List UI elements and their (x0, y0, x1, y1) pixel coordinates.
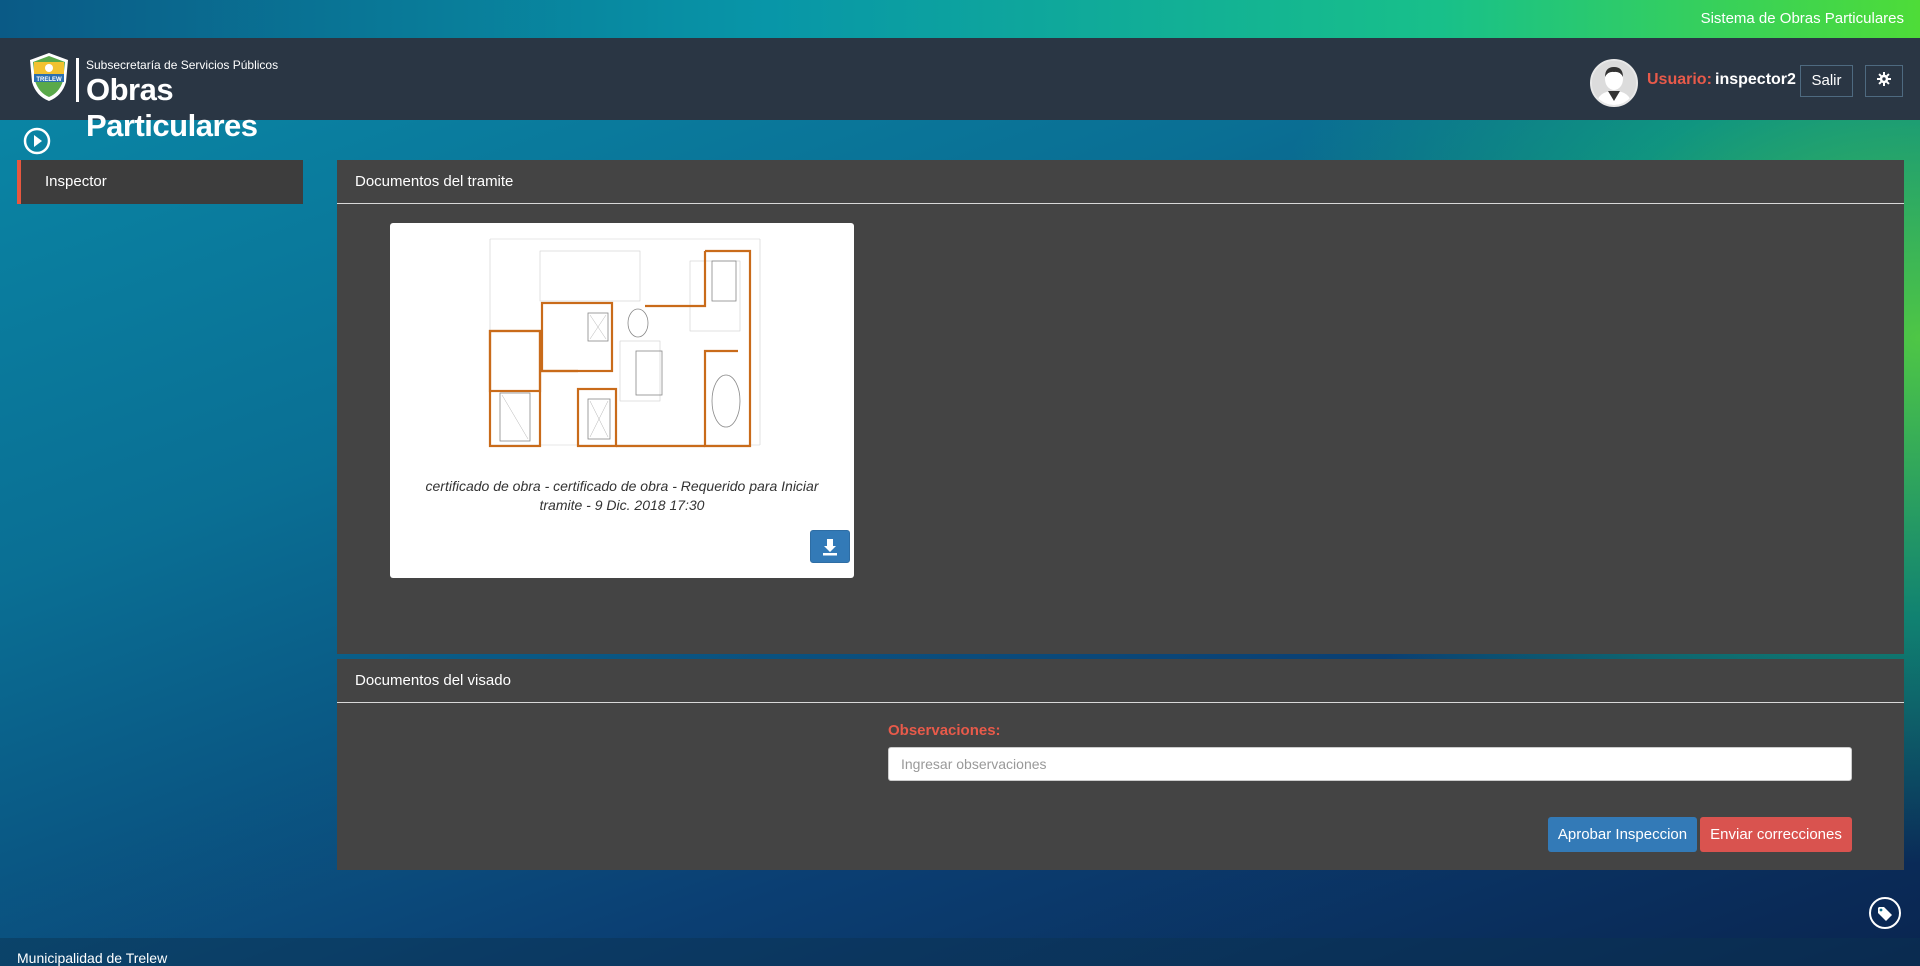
floor-plan-thumbnail[interactable] (480, 231, 764, 453)
user-name: inspector2 (1715, 71, 1796, 88)
footer: Municipalidad de Trelew (0, 938, 1920, 966)
panel-documentos-visado: Documentos del visado Observaciones: Apr… (337, 659, 1904, 870)
play-circle-icon (34, 135, 42, 147)
send-corrections-button[interactable]: Enviar correcciones (1700, 817, 1852, 852)
document-card: certificado de obra - certificado de obr… (390, 223, 854, 578)
settings-button[interactable] (1865, 65, 1903, 97)
panel-documentos-tramite: Documentos del tramite certificado de ob… (337, 160, 1904, 654)
system-name: Sistema de Obras Particulares (1700, 10, 1904, 27)
svg-text:TRELEW: TRELEW (36, 77, 62, 83)
sidebar-toggle-button[interactable] (23, 127, 51, 155)
sidebar-item-inspector[interactable]: Inspector (17, 160, 303, 204)
user-silhouette-icon (1592, 61, 1636, 105)
logo-title: Obras Particulares (86, 72, 258, 143)
tag-button[interactable] (1868, 896, 1902, 930)
observations-label: Observaciones: (888, 722, 1001, 739)
app-logo[interactable]: TRELEW Subsecretaría de Servicios Públic… (28, 52, 328, 143)
gear-icon (1877, 72, 1891, 87)
logout-button[interactable]: Salir (1800, 65, 1853, 97)
top-strip: Sistema de Obras Particulares (0, 0, 1920, 38)
download-icon (823, 539, 837, 556)
panel-title: Documentos del visado (337, 659, 1904, 703)
panel-title: Documentos del tramite (337, 160, 1904, 204)
app-header: TRELEW Subsecretaría de Servicios Públic… (0, 38, 1920, 143)
logo-divider (76, 58, 79, 102)
observations-input[interactable] (888, 747, 1852, 781)
footer-text: Municipalidad de Trelew (17, 950, 168, 966)
logo-subtitle: Subsecretaría de Servicios Públicos (86, 58, 279, 72)
download-button[interactable] (810, 530, 850, 563)
sidebar-item-label: Inspector (45, 173, 107, 190)
trelew-crest-icon: TRELEW (30, 53, 68, 101)
approve-inspection-button[interactable]: Aprobar Inspeccion (1548, 817, 1697, 852)
user-label: Usuario: (1647, 71, 1712, 88)
avatar[interactable] (1590, 59, 1638, 107)
document-caption: certificado de obra - certificado de obr… (425, 478, 819, 513)
